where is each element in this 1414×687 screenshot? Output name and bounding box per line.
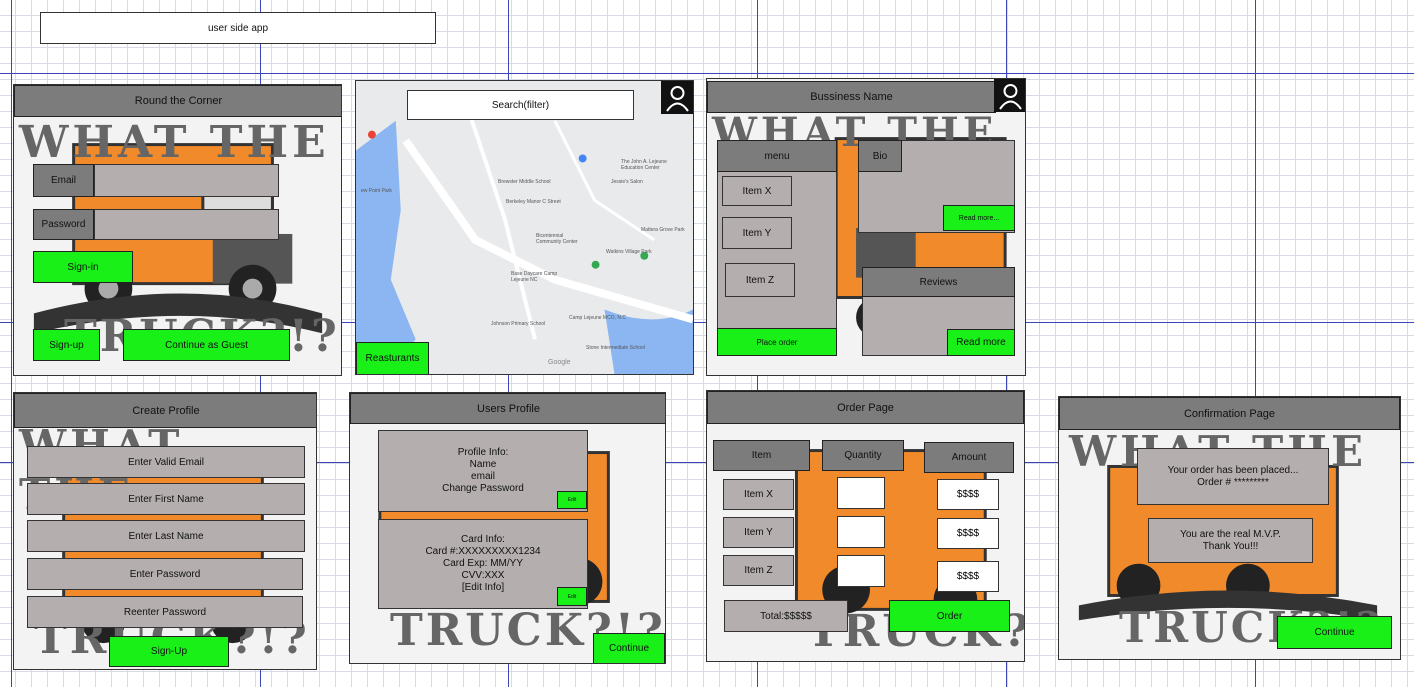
login-header: Round the Corner xyxy=(14,85,341,117)
menu-item-y[interactable]: Item Y xyxy=(722,217,792,249)
amount-y: $$$$ xyxy=(937,518,999,549)
password-label: Password xyxy=(33,209,94,240)
confirmation-header: Confirmation Page xyxy=(1059,397,1400,430)
map-label-3: Berkeley Manor C Street xyxy=(506,199,561,205)
map-label-1: Brewster Middle School xyxy=(498,179,551,185)
map-label-6: Watkins Village Park xyxy=(606,249,652,255)
password-field[interactable] xyxy=(94,209,279,240)
reviews-header: Reviews xyxy=(862,267,1015,297)
email-label: Email xyxy=(33,164,94,197)
profile-avatar-icon-2[interactable] xyxy=(994,79,1025,112)
profile-avatar-icon[interactable] xyxy=(661,81,693,114)
map-label-10: Stone Intermediate School xyxy=(586,345,645,351)
amount-z: $$$$ xyxy=(937,561,999,592)
restaurants-button[interactable]: Reasturants xyxy=(356,342,429,374)
order-total: Total:$$$$$ xyxy=(724,600,848,632)
users-profile-screen: TRUCK?!? Users Profile Profile Info: Nam… xyxy=(349,392,666,664)
thank-you-message: You are the real M.V.P. Thank You!!! xyxy=(1148,518,1313,563)
map-label-5: Mattera Grove Park xyxy=(641,227,685,233)
business-header: Bussiness Name xyxy=(707,81,996,113)
place-order-button[interactable]: Place order xyxy=(717,328,837,356)
amount-x: $$$$ xyxy=(937,479,999,510)
order-item-z: Item Z xyxy=(723,555,794,586)
create-signup-button[interactable]: Sign-Up xyxy=(109,636,229,667)
quantity-input-z[interactable] xyxy=(837,555,885,587)
col-item-header: Item xyxy=(713,440,810,471)
col-amount-header: Amount xyxy=(924,442,1014,473)
bio-read-more-button[interactable]: Read more... xyxy=(943,205,1015,231)
business-screen: WHAT THE Bussiness Name menu Item X Item… xyxy=(706,78,1026,376)
email-field[interactable] xyxy=(94,164,279,197)
menu-header: menu xyxy=(717,140,837,172)
password-field-2[interactable]: Enter Password xyxy=(27,558,303,590)
order-item-y: Item Y xyxy=(723,517,794,548)
signin-button[interactable]: Sign-in xyxy=(33,251,133,283)
menu-item-z[interactable]: Item Z xyxy=(725,263,795,297)
order-item-x: Item X xyxy=(723,479,794,510)
map-screen: The John A. Lejeune Education Center Bre… xyxy=(355,80,694,375)
map-label-2: Jessie's Salon xyxy=(611,179,643,185)
map-label-11: Google xyxy=(548,359,571,366)
map-label-12: ew Point Park xyxy=(361,188,392,194)
confirmation-continue-button[interactable]: Continue xyxy=(1277,616,1392,649)
quantity-input-x[interactable] xyxy=(837,477,885,509)
card-edit-button[interactable]: Edit xyxy=(557,587,587,606)
reviews-read-more-button[interactable]: Read more xyxy=(947,329,1015,356)
bio-label: Bio xyxy=(858,140,902,172)
map-label-4: Bicentennial Community Center xyxy=(536,233,578,245)
map-label-0: The John A. Lejeune Education Center xyxy=(621,159,667,171)
search-filter-input[interactable]: Search(filter) xyxy=(407,90,634,120)
profile-edit-button[interactable]: Edit xyxy=(557,491,587,509)
first-name-field[interactable]: Enter First Name xyxy=(27,483,305,515)
map-label-8: Camp Lejeune MCO, N.C xyxy=(569,315,626,321)
confirmation-screen: WHAT THE TRUCK?!? Confirmation Page Your… xyxy=(1058,396,1401,660)
create-profile-screen: WHAT THE TRUCK?!? Create Profile Enter V… xyxy=(13,392,317,670)
valid-email-field[interactable]: Enter Valid Email xyxy=(27,446,305,478)
map-label-7: Base Daycare Camp Lejeune NC xyxy=(511,271,558,283)
login-screen: WHAT THE TRUCK?!? Round the Corner Email… xyxy=(13,84,342,376)
quantity-input-y[interactable] xyxy=(837,516,885,548)
map-label-9: Johnson Primary School xyxy=(491,321,546,327)
order-button[interactable]: Order xyxy=(889,600,1010,632)
guest-button[interactable]: Continue as Guest xyxy=(123,329,290,361)
profile-continue-button[interactable]: Continue xyxy=(593,633,665,663)
order-page-header: Order Page xyxy=(707,391,1024,424)
app-title: user side app xyxy=(40,12,436,44)
reenter-password-field[interactable]: Reenter Password xyxy=(27,596,303,628)
signup-button[interactable]: Sign-up xyxy=(33,329,100,361)
users-profile-header: Users Profile xyxy=(350,393,665,424)
create-profile-header: Create Profile xyxy=(14,393,316,428)
last-name-field[interactable]: Enter Last Name xyxy=(27,520,305,552)
col-quantity-header: Quantity xyxy=(822,440,904,471)
menu-item-x[interactable]: Item X xyxy=(722,176,792,206)
order-page-screen: TRUCK?!? Order Page Item Quantity Amount… xyxy=(706,390,1025,662)
bg-text-top: WHAT THE xyxy=(19,117,330,168)
order-placed-message: Your order has been placed... Order # **… xyxy=(1137,448,1329,505)
